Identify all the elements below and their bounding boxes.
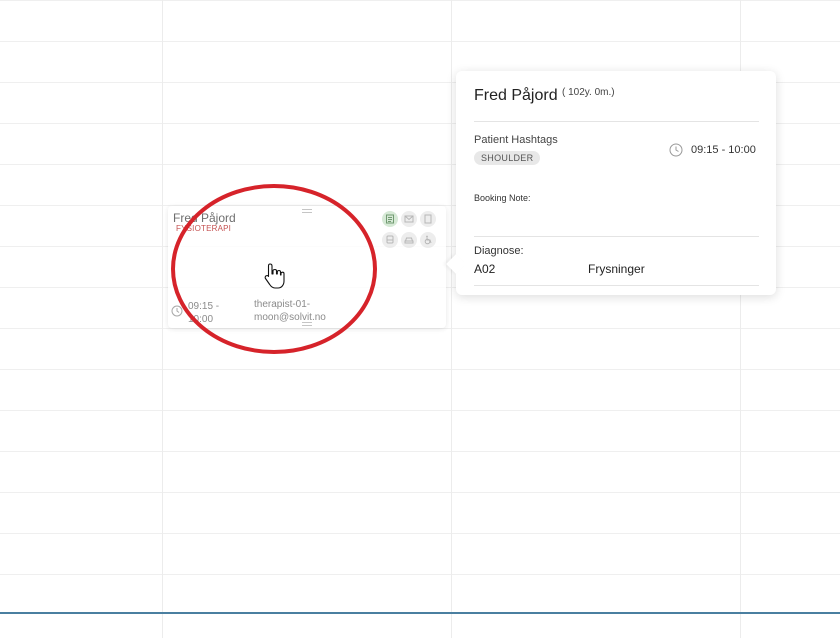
booking-note-label: Booking Note: [474,193,531,203]
grid-column-line [451,0,452,638]
appointment-time: 09:15 - 10:00 [188,301,220,325]
grid-row-line [0,369,840,370]
grid-row-line [0,0,840,1]
note-icon[interactable] [382,211,398,227]
mail-icon[interactable] [401,211,417,227]
diagnose-description: Frysninger [588,262,645,276]
grid-row-line [0,574,840,575]
document-icon[interactable] [420,211,436,227]
popup-time: 09:15 - 10:00 [691,144,756,156]
divider [474,236,759,237]
grid-row-line [0,451,840,452]
hashtag-badge: SHOULDER [474,151,541,165]
divider [474,285,759,286]
resize-handle-bottom[interactable] [302,322,312,326]
appointment-patient-name: Fred Påjord [173,211,236,225]
grid-row-line [0,492,840,493]
appointment-card[interactable]: Fred Påjord FYSIOTERAPI 09:15 - 10:00 th… [168,206,446,328]
diagnose-code: A02 [474,262,496,276]
timeline-bottom-line [0,612,840,614]
clock-icon [669,143,683,157]
divider [474,121,759,122]
clock-icon [171,305,183,317]
appointment-therapist: therapist-01-moon@solvit.no [254,299,326,323]
transport-icon[interactable] [382,232,398,248]
grid-row-line [0,41,840,42]
resize-handle-top[interactable] [302,209,312,213]
diagnose-label: Diagnose: [474,245,524,257]
grid-row-line [0,410,840,411]
grid-row-line [0,328,840,329]
grid-column-line [162,0,163,638]
hashtags-label: Patient Hashtags [474,134,558,146]
popup-patient-name: Fred Påjord [474,87,558,104]
grid-row-line [0,533,840,534]
popup-patient-age: ( 102y. 0m.) [562,87,615,98]
appointment-category: FYSIOTERAPI [176,224,232,233]
wheelchair-icon[interactable] [420,232,436,248]
patient-popup: Fred Påjord ( 102y. 0m.) Patient Hashtag… [446,71,776,295]
car-icon[interactable] [401,232,417,248]
